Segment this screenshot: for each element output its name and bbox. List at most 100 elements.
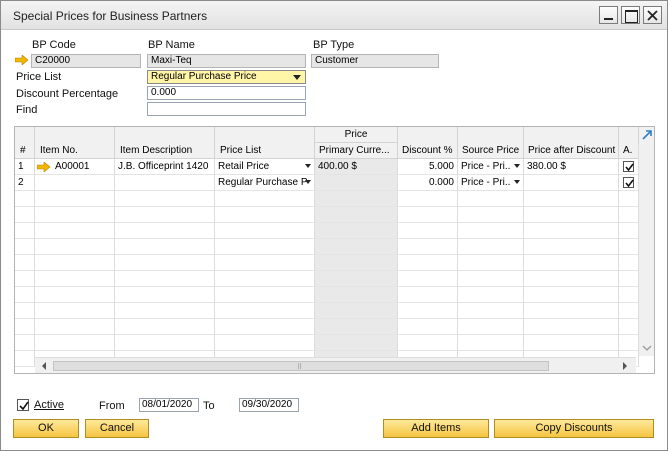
item-description-cell[interactable] [115, 175, 215, 191]
empty-cell [398, 335, 458, 351]
discount-percentage-label: Discount Percentage [16, 88, 119, 100]
price-list-select[interactable]: Regular Purchase Price [147, 70, 306, 84]
empty-cell [458, 255, 524, 271]
cancel-button[interactable]: Cancel [85, 419, 149, 438]
primary-price-cell[interactable] [315, 175, 398, 191]
empty-cell [15, 191, 35, 207]
price-after-discount-cell[interactable] [524, 175, 619, 191]
empty-cell [619, 239, 639, 255]
chevron-down-icon[interactable] [305, 164, 311, 168]
special-prices-grid[interactable]: Price # Item No. Item Description Price … [14, 126, 655, 374]
bp-name-label: BP Name [148, 39, 195, 51]
link-arrow-icon[interactable] [15, 55, 29, 65]
item-no-value: A00001 [55, 161, 90, 172]
expand-icon[interactable] [641, 129, 653, 141]
source-price-value: Price - Pri.. [461, 161, 511, 172]
close-button[interactable] [643, 6, 662, 24]
discount-cell[interactable]: 5.000 [398, 159, 458, 175]
empty-cell [215, 271, 315, 287]
empty-cell [458, 239, 524, 255]
empty-cell [15, 351, 35, 367]
empty-cell [15, 319, 35, 335]
empty-cell [619, 255, 639, 271]
row-number[interactable]: 1 [15, 159, 35, 175]
empty-cell [115, 271, 215, 287]
discount-cell[interactable]: 0.000 [398, 175, 458, 191]
empty-cell [315, 239, 398, 255]
column-header-price-list[interactable]: Price List [215, 143, 315, 159]
to-date-field[interactable]: 09/30/2020 [239, 398, 299, 412]
column-header-source-price[interactable]: Source Price [458, 143, 524, 159]
empty-cell [215, 335, 315, 351]
empty-cell [115, 223, 215, 239]
empty-cell [115, 239, 215, 255]
bp-code-field[interactable]: C20000 [31, 54, 141, 68]
title-bar[interactable]: Special Prices for Business Partners [1, 1, 667, 30]
empty-cell [524, 223, 619, 239]
empty-cell [619, 271, 639, 287]
column-header-active[interactable]: A. [619, 143, 639, 159]
column-header-row-num[interactable]: # [15, 143, 35, 159]
empty-cell [524, 255, 619, 271]
empty-cell [398, 223, 458, 239]
empty-cell [35, 335, 115, 351]
column-header-item-no[interactable]: Item No. [35, 143, 115, 159]
active-checkbox[interactable] [623, 177, 634, 188]
source-price-cell[interactable]: Price - Pri.. [458, 175, 524, 191]
empty-cell [524, 303, 619, 319]
empty-cell [458, 207, 524, 223]
item-no-cell[interactable] [35, 175, 115, 191]
column-header-primary-currency[interactable]: Primary Curre... [315, 143, 398, 159]
column-header-item-description[interactable]: Item Description [115, 143, 215, 159]
from-date-field[interactable]: 08/01/2020 [139, 398, 199, 412]
empty-cell [215, 303, 315, 319]
price-after-discount-cell[interactable]: 380.00 $ [524, 159, 619, 175]
empty-cell [215, 255, 315, 271]
empty-cell [35, 207, 115, 223]
link-arrow-icon[interactable] [37, 162, 51, 172]
maximize-button[interactable] [621, 6, 640, 24]
source-price-cell[interactable]: Price - Pri.. [458, 159, 524, 175]
chevron-down-icon[interactable] [514, 164, 520, 168]
column-header-discount[interactable]: Discount % [398, 143, 458, 159]
checkmark-icon [625, 179, 634, 188]
active-cell[interactable] [619, 159, 639, 175]
empty-cell [15, 255, 35, 271]
scroll-down-icon[interactable] [639, 343, 655, 353]
add-items-button[interactable]: Add Items [383, 419, 489, 438]
horizontal-scroll-thumb[interactable]: ⠿ [53, 361, 549, 371]
empty-cell [315, 287, 398, 303]
scroll-right-icon[interactable] [620, 358, 630, 374]
chevron-down-icon[interactable] [514, 180, 520, 184]
find-field[interactable] [147, 102, 306, 116]
empty-cell [35, 303, 115, 319]
horizontal-scrollbar[interactable]: ⠿ [35, 357, 636, 373]
active-filter-checkbox[interactable] [17, 399, 29, 411]
chevron-down-icon[interactable] [305, 180, 311, 184]
scroll-left-icon[interactable] [39, 358, 49, 374]
minimize-button[interactable] [599, 6, 618, 24]
row-number[interactable]: 2 [15, 175, 35, 191]
vertical-scrollbar[interactable] [638, 143, 654, 356]
chevron-down-icon [293, 75, 301, 80]
price-list-cell[interactable]: Retail Price [215, 159, 315, 175]
active-cell[interactable] [619, 175, 639, 191]
primary-price-cell[interactable]: 400.00 $ [315, 159, 398, 175]
checkmark-icon [625, 163, 634, 172]
empty-cell [35, 271, 115, 287]
item-no-cell[interactable]: A00001 [35, 159, 115, 175]
empty-cell [115, 303, 215, 319]
column-header-price-after-discount[interactable]: Price after Discount [524, 143, 619, 159]
copy-discounts-button[interactable]: Copy Discounts [494, 419, 654, 438]
empty-cell [315, 223, 398, 239]
discount-percentage-field[interactable]: 0.000 [147, 86, 306, 100]
ok-button[interactable]: OK [13, 419, 79, 438]
bp-type-field[interactable]: Customer [311, 54, 439, 68]
bp-name-field[interactable]: Maxi-Teq [147, 54, 306, 68]
price-list-cell[interactable]: Regular Purchase P [215, 175, 315, 191]
empty-cell [15, 271, 35, 287]
active-checkbox[interactable] [623, 161, 634, 172]
empty-cell [398, 255, 458, 271]
item-description-cell[interactable]: J.B. Officeprint 1420 [115, 159, 215, 175]
empty-cell [35, 319, 115, 335]
